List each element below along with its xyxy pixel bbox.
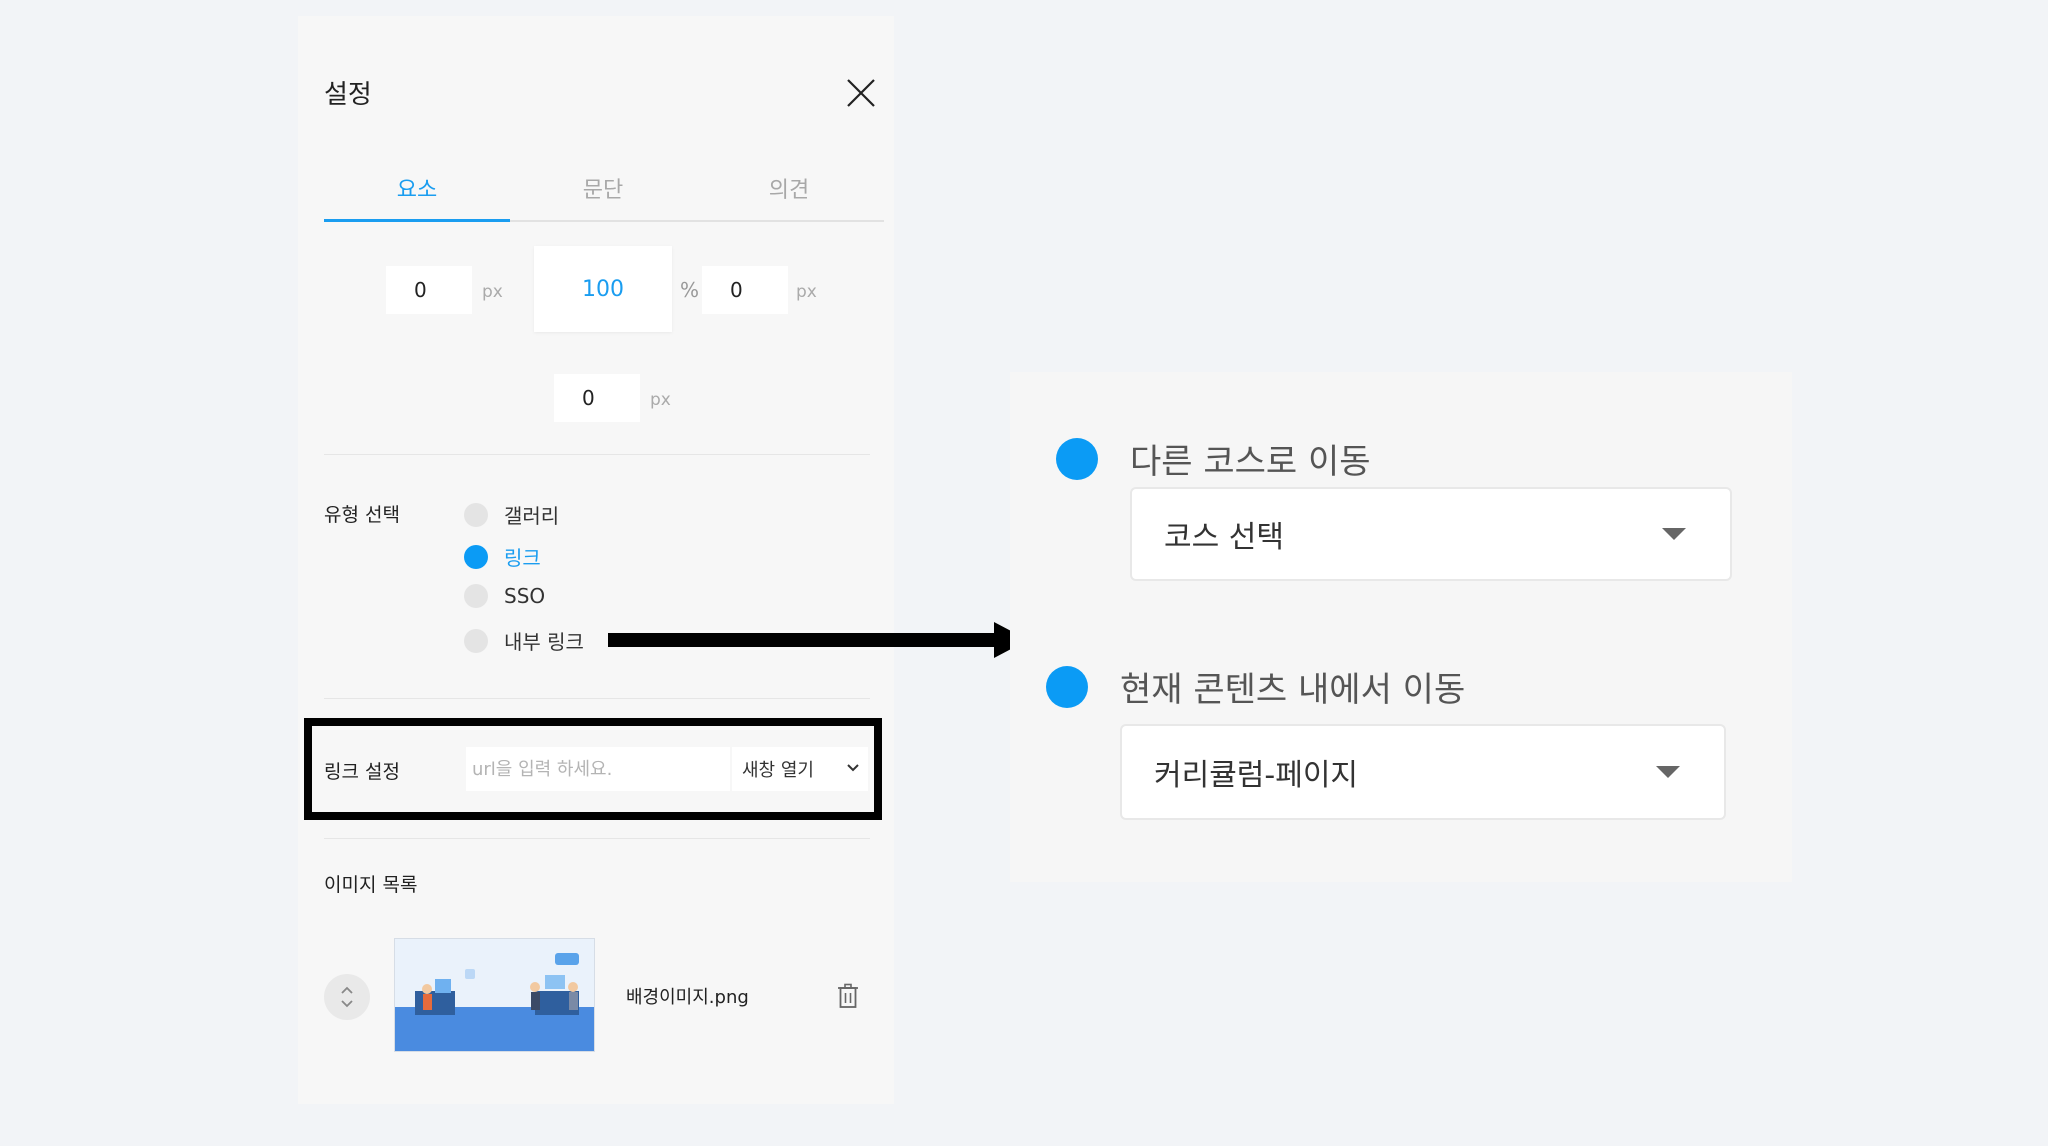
caret-down-icon bbox=[1656, 766, 1680, 778]
type-select-label: 유형 선택 bbox=[324, 504, 400, 526]
close-icon bbox=[847, 79, 875, 107]
image-file-name: 배경이미지.png bbox=[626, 987, 749, 1008]
reorder-handle[interactable] bbox=[324, 974, 370, 1020]
radio-label: 갤러리 bbox=[504, 504, 560, 528]
option-other-course[interactable]: 다른 코스로 이동 bbox=[1056, 434, 1371, 483]
tab-paragraph[interactable]: 문단 bbox=[510, 156, 696, 220]
link-target-select[interactable]: 새창 열기 bbox=[732, 747, 868, 791]
radio-dot bbox=[464, 628, 488, 653]
tab-comment[interactable]: 의견 bbox=[696, 156, 882, 220]
panel-title: 설정 bbox=[324, 80, 372, 110]
radio-dot bbox=[464, 544, 488, 569]
radio-dot bbox=[1056, 437, 1098, 480]
page-select-value: 커리큘럼-페이지 bbox=[1154, 758, 1359, 793]
delete-image-button[interactable] bbox=[836, 983, 860, 1009]
radio-label: 링크 bbox=[504, 546, 541, 570]
office-illustration-icon bbox=[395, 939, 594, 1051]
margin-right-unit: px bbox=[796, 282, 817, 302]
radio-dot bbox=[464, 502, 488, 527]
reorder-arrows-icon bbox=[341, 986, 353, 1008]
course-select[interactable]: 코스 선택 bbox=[1130, 487, 1732, 581]
chevron-down-icon bbox=[847, 764, 859, 772]
margin-left-input[interactable]: 0 bbox=[386, 266, 472, 314]
link-settings-label: 링크 설정 bbox=[324, 761, 400, 783]
radio-dot bbox=[464, 584, 488, 608]
image-list-label: 이미지 목록 bbox=[324, 874, 418, 896]
option-label: 현재 콘텐츠 내에서 이동 bbox=[1120, 670, 1466, 710]
radio-link[interactable]: 링크 bbox=[464, 542, 541, 571]
margin-left-unit: px bbox=[482, 282, 503, 302]
divider bbox=[324, 698, 870, 699]
margin-bottom-input[interactable]: 0 bbox=[554, 374, 640, 422]
trash-icon bbox=[838, 983, 858, 1008]
course-select-value: 코스 선택 bbox=[1164, 520, 1284, 555]
width-unit: % bbox=[680, 278, 700, 302]
width-input[interactable]: 100 bbox=[534, 246, 672, 332]
tab-element[interactable]: 요소 bbox=[324, 156, 510, 222]
option-current-content[interactable]: 현재 콘텐츠 내에서 이동 bbox=[1046, 662, 1465, 711]
arrow-right-icon bbox=[608, 622, 1028, 658]
page-select[interactable]: 커리큘럼-페이지 bbox=[1120, 724, 1726, 820]
link-target-value: 새창 열기 bbox=[742, 760, 814, 781]
caret-down-icon bbox=[1662, 528, 1686, 540]
margin-right-input[interactable]: 0 bbox=[702, 266, 788, 314]
radio-label: 내부 링크 bbox=[504, 630, 584, 654]
radio-internal-link[interactable]: 내부 링크 bbox=[464, 626, 584, 655]
radio-sso[interactable]: SSO bbox=[464, 584, 545, 608]
image-thumbnail bbox=[394, 938, 595, 1052]
margin-bottom-unit: px bbox=[650, 390, 671, 410]
tab-bar: 요소 문단 의견 bbox=[324, 156, 884, 222]
url-input[interactable] bbox=[466, 747, 730, 791]
option-label: 다른 코스로 이동 bbox=[1130, 442, 1371, 482]
divider bbox=[324, 454, 870, 455]
radio-dot bbox=[1046, 665, 1088, 708]
radio-gallery[interactable]: 갤러리 bbox=[464, 500, 559, 529]
radio-label: SSO bbox=[504, 584, 546, 608]
settings-panel: 설정 요소 문단 의견 bbox=[298, 16, 894, 1104]
close-button[interactable] bbox=[844, 76, 878, 110]
divider bbox=[324, 838, 870, 839]
